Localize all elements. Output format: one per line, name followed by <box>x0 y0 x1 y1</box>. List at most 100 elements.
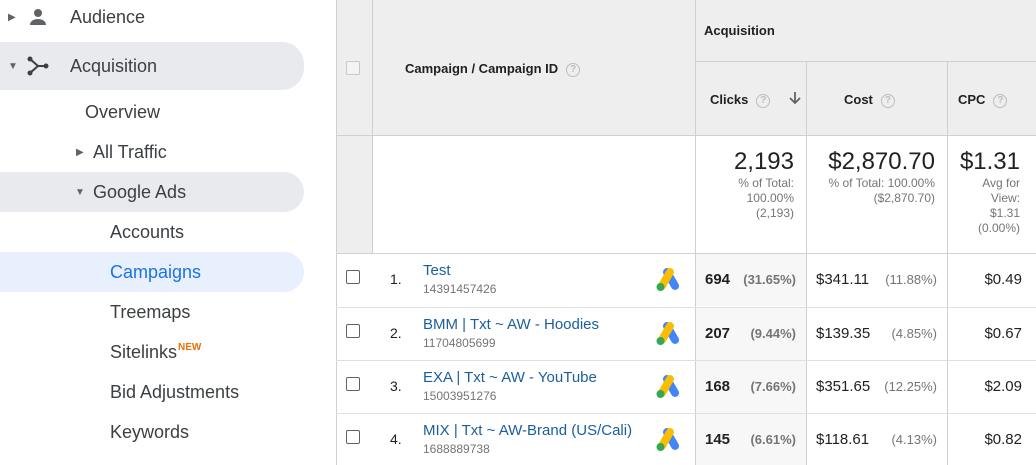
nav-all-traffic-label: All Traffic <box>93 141 167 162</box>
campaign-link[interactable]: MIX | Txt ~ AW-Brand (US/Cali) <box>423 422 632 439</box>
row-number: 4. <box>390 431 402 447</box>
nav-google-ads[interactable]: ▼ Google Ads <box>0 172 304 212</box>
nav-bid-adjustments-label: Bid Adjustments <box>110 381 240 402</box>
caret-down-icon: ▼ <box>8 60 18 72</box>
new-badge: NEW <box>178 341 202 353</box>
google-ads-icon <box>656 268 679 291</box>
nav-all-traffic[interactable]: ▶ All Traffic <box>0 132 304 172</box>
campaign-table: Campaign / Campaign ID? Acquisition Clic… <box>336 0 1036 465</box>
cost-total-sub2: ($2,870.70) <box>873 191 935 205</box>
clicks-column-header[interactable]: Clicks? <box>710 92 771 108</box>
clicks-percent: (31.65%) <box>743 272 796 287</box>
cpc-total-sub1: Avg for <box>982 176 1020 190</box>
person-icon <box>30 9 46 25</box>
campaign-link[interactable]: Test <box>423 262 451 279</box>
help-icon[interactable]: ? <box>566 62 581 77</box>
nav-bid-adjustments[interactable]: Bid Adjustments <box>0 372 304 412</box>
cost-total: $2,870.70 <box>828 148 935 175</box>
google-ads-icon <box>656 322 679 345</box>
clicks-percent: (7.66%) <box>750 379 796 394</box>
help-icon[interactable]: ? <box>756 93 771 108</box>
nav-keywords[interactable]: Keywords <box>0 412 304 452</box>
cpc-total: $1.31 <box>959 148 1020 175</box>
campaign-link[interactable]: BMM | Txt ~ AW - Hoodies <box>423 316 599 333</box>
table-row[interactable]: 4. MIX | Txt ~ AW-Brand (US/Cali) 168888… <box>336 414 1036 465</box>
nav-sitelinks-wrap: SitelinksNEW <box>110 342 201 363</box>
row-number: 3. <box>390 378 402 394</box>
clicks-total-sub1: % of Total: <box>738 176 794 190</box>
nav-accounts[interactable]: Accounts <box>0 212 304 252</box>
cpc-total-sub4: (0.00%) <box>977 221 1020 235</box>
help-icon[interactable]: ? <box>993 93 1008 108</box>
nav-acquisition-label: Acquisition <box>70 55 158 76</box>
select-all-checkbox[interactable] <box>346 61 360 75</box>
cpc-value: $0.49 <box>984 271 1022 288</box>
row-checkbox[interactable] <box>346 377 360 391</box>
nav-sitelinks[interactable]: SitelinksNEW <box>0 332 304 372</box>
cpc-total-sub2: View: <box>990 191 1020 205</box>
nav-acquisition[interactable]: ▼ Acquisition <box>0 42 304 90</box>
campaign-id: 15003951276 <box>423 389 497 403</box>
nav-campaigns[interactable]: Campaigns <box>0 252 304 292</box>
cost-column-label: Cost <box>844 92 873 107</box>
cost-total-sub1: % of Total: 100.00% <box>828 176 935 190</box>
caret-right-icon: ▶ <box>76 146 84 158</box>
cpc-value: $0.82 <box>984 431 1022 448</box>
campaign-column-header[interactable]: Campaign / Campaign ID? <box>405 61 581 77</box>
nav-accounts-label: Accounts <box>110 221 185 242</box>
cpc-column-label: CPC <box>958 92 986 107</box>
nav-sitelinks-label: Sitelinks <box>110 341 178 362</box>
cost-percent: (4.13%) <box>891 432 937 447</box>
campaign-id: 14391457426 <box>423 282 497 296</box>
divider <box>372 0 373 253</box>
clicks-total-sub3: (2,193) <box>755 206 794 220</box>
table-row[interactable]: 3. EXA | Txt ~ AW - YouTube 15003951276 … <box>336 361 1036 413</box>
acquisition-icon <box>27 56 49 76</box>
clicks-value: 207 <box>705 325 731 342</box>
nav-overview-label: Overview <box>85 101 161 122</box>
clicks-value: 694 <box>705 271 731 288</box>
campaign-column-label: Campaign / Campaign ID <box>405 61 559 76</box>
nav-campaigns-label: Campaigns <box>110 261 202 282</box>
cpc-total-cell: $1.31 Avg for View: $1.31 (0.00%) <box>948 148 1020 236</box>
nav-google-ads-label: Google Ads <box>93 181 187 202</box>
campaign-id: 1688889738 <box>423 442 490 456</box>
nav-keywords-label: Keywords <box>110 421 190 442</box>
nav-overview[interactable]: Overview <box>0 92 304 132</box>
campaign-link[interactable]: EXA | Txt ~ AW - YouTube <box>423 369 597 386</box>
row-checkbox[interactable] <box>346 324 360 338</box>
sort-arrow-down-icon[interactable] <box>789 91 801 105</box>
nav-treemaps[interactable]: Treemaps <box>0 292 304 332</box>
cost-value: $118.61 <box>816 431 870 448</box>
help-icon[interactable]: ? <box>880 93 895 108</box>
clicks-value: 168 <box>705 378 731 395</box>
row-checkbox[interactable] <box>346 270 360 284</box>
cpc-value: $2.09 <box>984 378 1022 395</box>
cpc-column-header[interactable]: CPC? <box>958 92 1008 108</box>
google-ads-icon <box>656 428 679 451</box>
nav-audience[interactable]: ▶ Audience <box>0 0 304 37</box>
cost-value: $139.35 <box>816 325 871 342</box>
google-ads-icon <box>656 375 679 398</box>
row-number: 2. <box>390 325 402 341</box>
cost-percent: (4.85%) <box>891 326 937 341</box>
acquisition-group-header: Acquisition <box>704 23 775 38</box>
clicks-total-cell: 2,193 % of Total: 100.00% (2,193) <box>696 148 794 221</box>
row-checkbox[interactable] <box>346 430 360 444</box>
table-row[interactable]: 2. BMM | Txt ~ AW - Hoodies 11704805699 … <box>336 308 1036 360</box>
nav-audience-label: Audience <box>70 6 146 27</box>
caret-down-icon: ▼ <box>75 186 85 198</box>
table-row[interactable]: 1. Test 14391457426 694 (31.65%) $341.11… <box>336 254 1036 306</box>
campaign-id: 11704805699 <box>423 336 496 350</box>
clicks-percent: (6.61%) <box>750 432 796 447</box>
clicks-column-label: Clicks <box>710 92 749 107</box>
clicks-value: 145 <box>705 431 731 448</box>
cost-column-header[interactable]: Cost? <box>844 92 895 108</box>
caret-right-icon: ▶ <box>8 11 16 23</box>
totals-checkbox-col <box>336 135 372 253</box>
cost-total-cell: $2,870.70 % of Total: 100.00% ($2,870.70… <box>807 148 935 206</box>
cpc-value: $0.67 <box>984 325 1022 342</box>
divider <box>336 135 1036 136</box>
row-number: 1. <box>390 271 402 287</box>
sidebar: ▶ Audience ▼ Acquisition Overview ▶ All … <box>0 0 336 465</box>
